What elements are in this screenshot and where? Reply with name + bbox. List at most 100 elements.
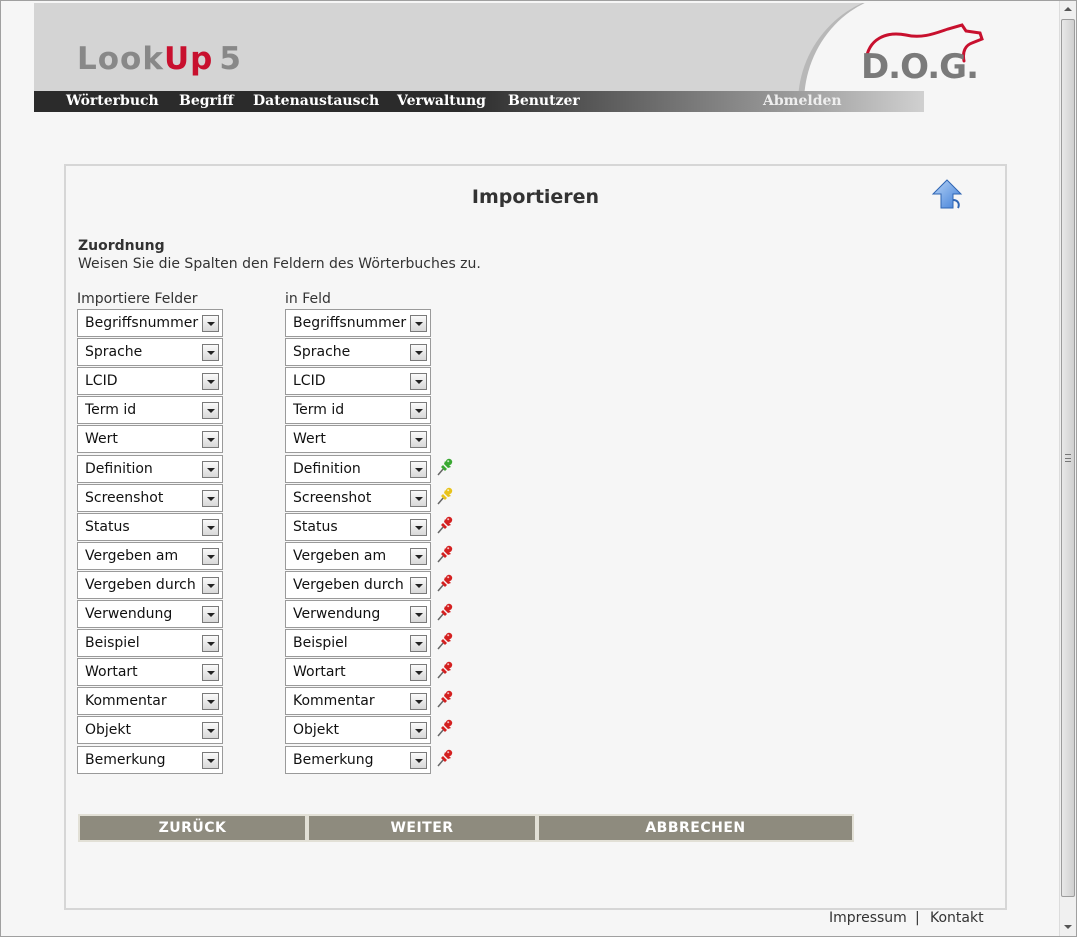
chevron-down-icon[interactable] [202, 606, 219, 623]
chevron-down-icon[interactable] [410, 722, 427, 740]
select-value: Kommentar [85, 693, 167, 710]
up-arrow-icon[interactable] [930, 178, 964, 212]
select-value: Verwendung [293, 606, 381, 622]
back-button[interactable]: ZURÜCK [78, 814, 307, 842]
chevron-down-icon[interactable] [202, 664, 219, 682]
target-field-select[interactable]: Vergeben durch [285, 570, 431, 599]
source-field-select[interactable]: Verwendung [77, 600, 223, 628]
source-field-select[interactable]: Wert [77, 425, 223, 454]
pushpin-icon[interactable] [435, 486, 455, 506]
chevron-down-icon[interactable] [202, 576, 219, 594]
pushpin-icon[interactable] [435, 718, 455, 738]
page-title: Importieren [471, 186, 600, 208]
chevron-down-icon[interactable] [410, 635, 427, 653]
target-field-select[interactable]: Sprache [285, 338, 431, 367]
pushpin-icon[interactable] [435, 689, 455, 709]
chevron-down-icon[interactable] [202, 344, 219, 362]
chevron-down-icon[interactable] [410, 693, 427, 711]
chevron-down-icon[interactable] [410, 460, 427, 478]
target-column-label: in Feld [285, 291, 331, 307]
chevron-down-icon[interactable] [410, 344, 427, 362]
scroll-up-icon[interactable] [1060, 1, 1076, 18]
source-field-select[interactable]: Definition [77, 454, 223, 483]
chevron-down-icon[interactable] [410, 489, 427, 507]
nav-item-datenaustausch[interactable]: Datenaustausch [253, 93, 379, 109]
pushpin-icon[interactable] [435, 457, 455, 477]
chevron-down-icon[interactable] [410, 431, 427, 449]
target-field-select[interactable]: Definition [285, 454, 431, 483]
chevron-down-icon[interactable] [202, 547, 219, 565]
chevron-down-icon[interactable] [202, 489, 219, 507]
logout-link[interactable]: Abmelden [763, 93, 842, 109]
chevron-down-icon[interactable] [410, 373, 427, 391]
kontakt-link[interactable]: Kontakt [930, 910, 984, 926]
chevron-down-icon[interactable] [410, 518, 427, 536]
target-field-select[interactable]: Status [285, 512, 431, 541]
source-field-select[interactable]: Status [77, 512, 223, 541]
source-field-select[interactable]: Sprache [77, 338, 223, 367]
target-field-select[interactable]: Kommentar [285, 687, 431, 716]
chevron-down-icon[interactable] [202, 431, 219, 449]
target-field-select[interactable]: Vergeben am [285, 541, 431, 570]
chevron-down-icon[interactable] [202, 315, 219, 332]
select-value: Vergeben durch [85, 576, 196, 593]
pushpin-icon[interactable] [435, 631, 455, 651]
source-field-select[interactable]: Vergeben durch [77, 570, 223, 599]
chevron-down-icon[interactable] [202, 722, 219, 740]
cancel-button[interactable]: ABBRECHEN [537, 814, 854, 842]
target-field-select[interactable]: Beispiel [285, 629, 431, 658]
target-field-select[interactable]: Begriffsnummer [285, 309, 431, 337]
source-field-select[interactable]: Begriffsnummer [77, 309, 223, 337]
scroll-down-icon[interactable] [1060, 919, 1076, 936]
select-value: Screenshot [85, 489, 164, 506]
source-field-select[interactable]: Objekt [77, 716, 223, 745]
chevron-down-icon[interactable] [202, 635, 219, 653]
chevron-down-icon[interactable] [410, 576, 427, 594]
scroll-thumb[interactable] [1061, 19, 1075, 897]
nav-item-begriff[interactable]: Begriff [179, 93, 234, 109]
chevron-down-icon[interactable] [202, 518, 219, 536]
chevron-down-icon[interactable] [202, 402, 219, 420]
chevron-down-icon[interactable] [202, 751, 219, 769]
source-field-select[interactable]: Vergeben am [77, 541, 223, 570]
impressum-link[interactable]: Impressum [829, 910, 907, 926]
source-field-select[interactable]: LCID [77, 367, 223, 396]
app-header: LookUp 5 D.O.G. [34, 3, 1058, 91]
source-field-select[interactable]: Wortart [77, 658, 223, 687]
nav-item-woerterbuch[interactable]: Wörterbuch [66, 93, 159, 109]
source-field-select[interactable]: Term id [77, 396, 223, 425]
nav-item-benutzer[interactable]: Benutzer [508, 93, 580, 109]
target-field-select[interactable]: Term id [285, 396, 431, 425]
chevron-down-icon[interactable] [202, 373, 219, 391]
target-field-select[interactable]: LCID [285, 367, 431, 396]
pushpin-icon[interactable] [435, 602, 455, 622]
target-field-select[interactable]: Objekt [285, 716, 431, 745]
target-field-select[interactable]: Wortart [285, 658, 431, 687]
target-field-select[interactable]: Wert [285, 425, 431, 454]
logo-version: 5 [219, 41, 242, 77]
pushpin-icon[interactable] [435, 748, 455, 768]
chevron-down-icon[interactable] [202, 693, 219, 711]
target-field-select[interactable]: Verwendung [285, 600, 431, 628]
source-field-select[interactable]: Screenshot [77, 483, 223, 512]
source-field-select[interactable]: Kommentar [77, 687, 223, 716]
chevron-down-icon[interactable] [410, 547, 427, 565]
next-button[interactable]: WEITER [307, 814, 537, 842]
pushpin-icon[interactable] [435, 544, 455, 564]
chevron-down-icon[interactable] [202, 460, 219, 478]
pushpin-icon[interactable] [435, 573, 455, 593]
source-field-select[interactable]: Bemerkung [77, 745, 223, 774]
chevron-down-icon[interactable] [410, 606, 427, 623]
target-field-select[interactable]: Screenshot [285, 483, 431, 512]
chevron-down-icon[interactable] [410, 751, 427, 769]
vertical-scrollbar[interactable] [1059, 1, 1076, 936]
source-field-select[interactable]: Beispiel [77, 629, 223, 658]
pushpin-icon[interactable] [435, 515, 455, 535]
chevron-down-icon[interactable] [410, 402, 427, 420]
chevron-down-icon[interactable] [410, 664, 427, 682]
target-field-select[interactable]: Bemerkung [285, 745, 431, 774]
pushpin-icon[interactable] [435, 660, 455, 680]
select-value: Definition [293, 460, 361, 477]
chevron-down-icon[interactable] [410, 315, 427, 332]
nav-item-verwaltung[interactable]: Verwaltung [397, 93, 486, 109]
